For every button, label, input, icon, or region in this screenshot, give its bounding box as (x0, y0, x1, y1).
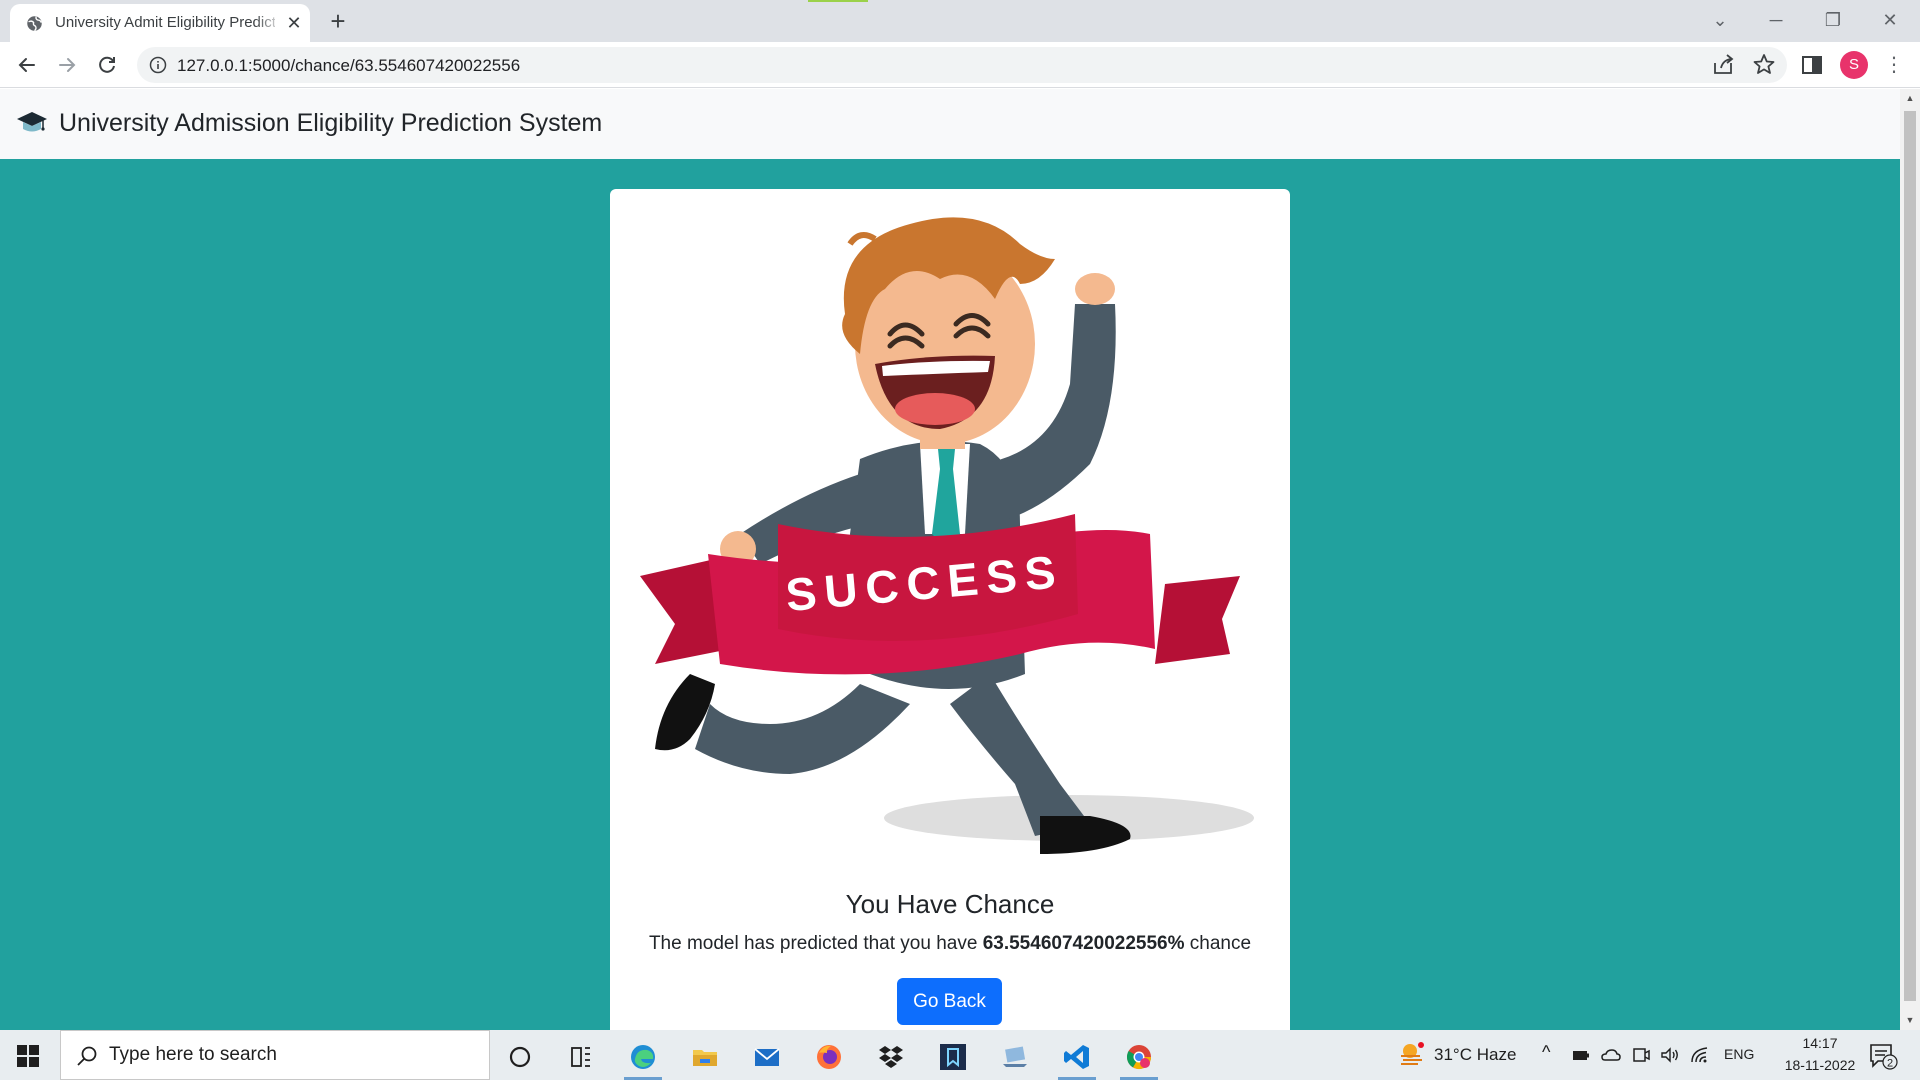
firefox-icon[interactable] (804, 1035, 854, 1075)
scroll-up-arrow-icon[interactable]: ▲ (1905, 93, 1915, 103)
result-text-prefix: The model has predicted that you have (648, 933, 983, 954)
clock-time[interactable]: 14:17 (1790, 1035, 1850, 1051)
tab-strip-indicator (808, 0, 868, 2)
tab-title: University Admit Eligibility Prediction … (55, 14, 275, 31)
language-indicator[interactable]: ENG (1724, 1046, 1754, 1062)
scroll-down-arrow-icon[interactable]: ▼ (1905, 1015, 1915, 1025)
edge-icon[interactable] (618, 1035, 668, 1080)
dropbox-icon[interactable] (866, 1035, 916, 1075)
page-scrollbar[interactable]: ▲ ▼ (1900, 89, 1920, 1030)
page-viewport: University Admission Eligibility Predict… (0, 89, 1900, 1030)
tab-search-icon[interactable]: ⌄ (1700, 4, 1740, 36)
result-title: You Have Chance (845, 889, 1055, 919)
new-tab-button[interactable]: + (324, 7, 352, 35)
tab-title-fade (255, 10, 283, 36)
clock-date[interactable]: 18-11-2022 (1770, 1057, 1870, 1073)
chance-value: 63.554607420022556% (982, 933, 1185, 954)
reload-icon[interactable] (92, 50, 122, 80)
weather-text[interactable]: 31°C Haze (1434, 1045, 1516, 1065)
site-navbar: University Admission Eligibility Predict… (0, 89, 1900, 159)
notification-center-icon[interactable]: 2 (1868, 1042, 1898, 1070)
site-brand[interactable]: University Admission Eligibility Predict… (59, 109, 602, 138)
battery-icon[interactable] (1571, 1045, 1591, 1065)
bookmark-star-icon[interactable] (1750, 51, 1778, 79)
close-icon[interactable]: ✕ (284, 13, 304, 33)
url-text[interactable]: 127.0.0.1:5000/chance/63.554607420022556 (177, 56, 520, 76)
search-placeholder: Type here to search (109, 1044, 277, 1065)
search-icon (77, 1046, 97, 1066)
task-view-icon[interactable] (556, 1035, 606, 1075)
taskbar-search-box[interactable]: Type here to search (60, 1030, 490, 1080)
onedrive-cloud-icon[interactable] (1601, 1045, 1621, 1065)
laptop-app-icon[interactable] (990, 1035, 1040, 1075)
result-text-suffix: chance (1184, 933, 1252, 954)
app-launcher-icon[interactable] (928, 1035, 978, 1075)
forward-arrow-icon[interactable] (52, 50, 82, 80)
windows-taskbar: Type here to search 31°C Haze ^ ENG 14:1… (0, 1030, 1920, 1080)
mail-icon[interactable] (742, 1035, 792, 1075)
volume-icon[interactable] (1660, 1045, 1680, 1065)
browser-toolbar: 127.0.0.1:5000/chance/63.554607420022556… (0, 42, 1920, 88)
address-bar[interactable]: 127.0.0.1:5000/chance/63.554607420022556 (137, 47, 1787, 83)
scroll-thumb[interactable] (1904, 111, 1916, 1001)
vscode-icon[interactable] (1052, 1035, 1102, 1080)
result-description: The model has predicted that you have 63… (610, 933, 1290, 955)
browser-tabstrip: University Admit Eligibility Prediction … (0, 0, 1920, 42)
windows-start-icon[interactable] (16, 1044, 40, 1068)
menu-dots-icon[interactable]: ⋮ (1882, 51, 1906, 79)
browser-tab-active[interactable]: University Admit Eligibility Prediction … (10, 4, 310, 42)
profile-avatar[interactable]: S (1840, 51, 1868, 79)
file-explorer-icon[interactable] (680, 1035, 730, 1075)
back-arrow-icon[interactable] (12, 50, 42, 80)
restore-button[interactable]: ❐ (1813, 4, 1853, 36)
wifi-icon[interactable] (1690, 1045, 1710, 1065)
result-card: SUCCESS You Have Chance The model has pr… (610, 189, 1290, 1030)
share-icon[interactable] (1710, 51, 1738, 79)
meet-now-icon[interactable] (1631, 1045, 1651, 1065)
minimize-button[interactable]: ─ (1756, 4, 1796, 36)
graduation-cap-icon (17, 112, 47, 132)
globe-icon (27, 16, 42, 32)
cortana-icon[interactable] (495, 1035, 545, 1075)
tray-chevron-up-icon[interactable]: ^ (1542, 1042, 1550, 1063)
chrome-icon[interactable] (1114, 1035, 1164, 1080)
window-close-button[interactable]: ✕ (1870, 4, 1910, 36)
info-icon[interactable] (149, 56, 167, 74)
success-illustration: SUCCESS (640, 217, 1254, 854)
side-panel-icon[interactable] (1798, 51, 1826, 79)
weather-haze-icon[interactable] (1398, 1040, 1426, 1068)
notification-count: 2 (1887, 1058, 1893, 1070)
go-back-button[interactable]: Go Back (897, 978, 1002, 1025)
